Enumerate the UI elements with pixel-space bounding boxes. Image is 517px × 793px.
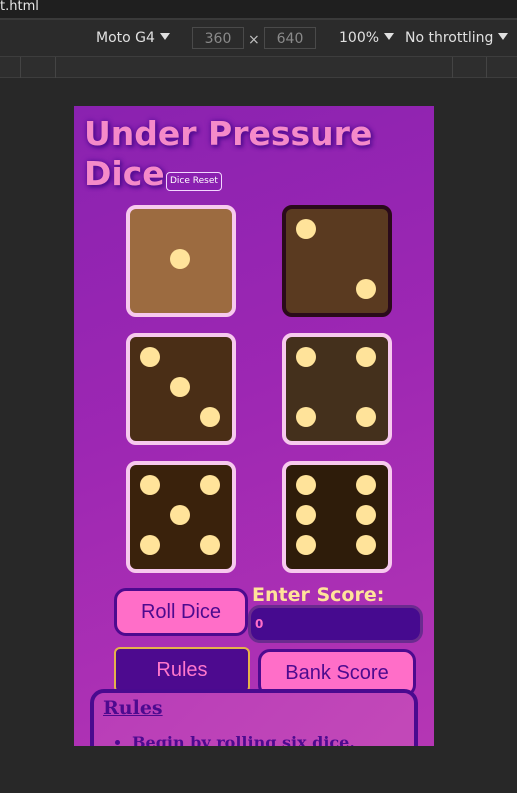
pip — [356, 535, 376, 555]
height-input[interactable]: 640 — [264, 27, 316, 49]
pip — [356, 347, 376, 367]
throttling-select[interactable]: No throttling — [405, 28, 509, 48]
dice-reset-button[interactable]: Dice Reset — [166, 172, 222, 191]
pip — [140, 475, 160, 495]
device-select[interactable]: Moto G4 — [96, 28, 170, 48]
throttling-label: No throttling — [405, 30, 494, 46]
pip — [356, 505, 376, 525]
pip — [140, 347, 160, 367]
die-5[interactable] — [126, 461, 236, 573]
die-4[interactable] — [282, 333, 392, 445]
rules-panel: Rules Begin by rolling six dice. — [90, 689, 418, 746]
die-3[interactable] — [126, 333, 236, 445]
device-label: Moto G4 — [96, 30, 155, 46]
zoom-select[interactable]: 100% — [339, 28, 395, 48]
rules-button[interactable]: Rules — [114, 647, 250, 693]
pip — [296, 505, 316, 525]
pip — [200, 535, 220, 555]
die-2[interactable] — [282, 205, 392, 317]
pip — [200, 407, 220, 427]
pip — [296, 219, 316, 239]
die-6[interactable] — [282, 461, 392, 573]
device-viewport: Under Pressure Dice Dice Reset Roll Dice… — [74, 106, 434, 746]
pip — [170, 505, 190, 525]
width-input[interactable]: 360 — [192, 27, 244, 49]
score-input[interactable]: 0 — [248, 605, 423, 643]
times-icon: × — [248, 32, 260, 48]
pip — [170, 249, 190, 269]
rules-heading: Rules — [103, 697, 163, 719]
pip — [140, 535, 160, 555]
zoom-label: 100% — [339, 30, 380, 46]
device-toolbar: Moto G4 360 × 640 100% No throttling — [0, 18, 517, 56]
chevron-down-icon — [159, 33, 170, 40]
browser-tab-bar: t.html — [0, 0, 517, 18]
pip — [356, 279, 376, 299]
pip — [296, 407, 316, 427]
rules-item: Begin by rolling six dice. — [132, 733, 422, 746]
pip — [200, 475, 220, 495]
pip — [356, 407, 376, 427]
pip — [296, 475, 316, 495]
pip — [356, 475, 376, 495]
chevron-down-icon — [498, 33, 509, 40]
toolbar-divider — [0, 18, 517, 20]
die-1[interactable] — [126, 205, 236, 317]
pip — [296, 535, 316, 555]
enter-score-label: Enter Score: — [252, 584, 385, 606]
media-query-ruler[interactable] — [0, 56, 517, 78]
ruler-tick — [452, 57, 453, 78]
ruler-tick — [486, 57, 487, 78]
pip — [170, 377, 190, 397]
rules-list: Begin by rolling six dice. — [118, 733, 422, 746]
ruler-tick — [55, 57, 56, 78]
page-title: Under Pressure Dice — [84, 114, 373, 193]
file-name: t.html — [0, 0, 39, 14]
chevron-down-icon — [384, 33, 395, 40]
pip — [296, 347, 316, 367]
ruler-tick — [20, 57, 21, 78]
roll-dice-button[interactable]: Roll Dice — [114, 588, 248, 636]
